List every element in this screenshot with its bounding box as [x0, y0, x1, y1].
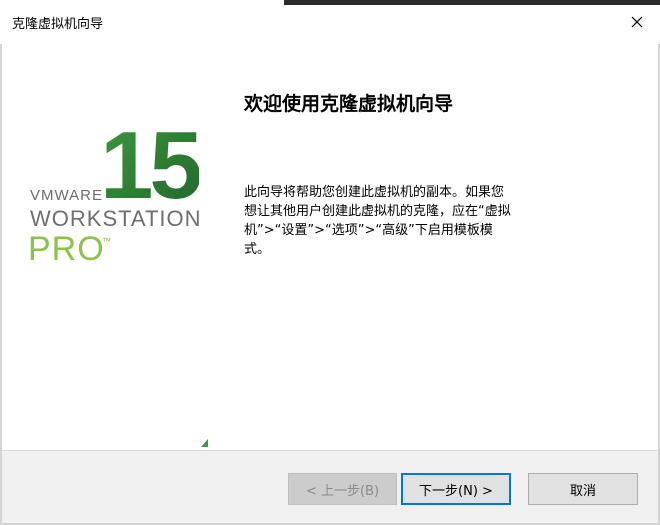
title-bar: 克隆虚拟机向导 — [0, 0, 660, 44]
page-title: 欢迎使用克隆虚拟机向导 — [244, 93, 454, 115]
close-button[interactable] — [614, 0, 660, 44]
brand-edition-text: PRO — [28, 230, 105, 268]
cancel-button[interactable]: 取消 — [528, 473, 638, 505]
brand-vmware-text: VMWARE — [30, 187, 103, 204]
brand-accent-triangle — [201, 439, 208, 447]
brand-panel: 15 VMWARE WORKSTATION PRO ™ — [2, 44, 218, 450]
back-button[interactable]: < 上一步(B) — [288, 473, 397, 505]
background-window-edge — [284, 0, 660, 5]
brand-trademark: ™ — [102, 236, 111, 246]
window-title: 克隆虚拟机向导 — [12, 17, 104, 32]
brand-product-text: WORKSTATION — [30, 206, 202, 231]
brand-version-number: 15 — [100, 112, 203, 219]
close-icon — [631, 16, 643, 28]
wizard-description: 此向导将帮助您创建此虚拟机的副本。如果您想让其他用户创建此虚拟机的克隆，应在“虚… — [244, 185, 511, 257]
next-button[interactable]: 下一步(N) > — [401, 473, 511, 505]
